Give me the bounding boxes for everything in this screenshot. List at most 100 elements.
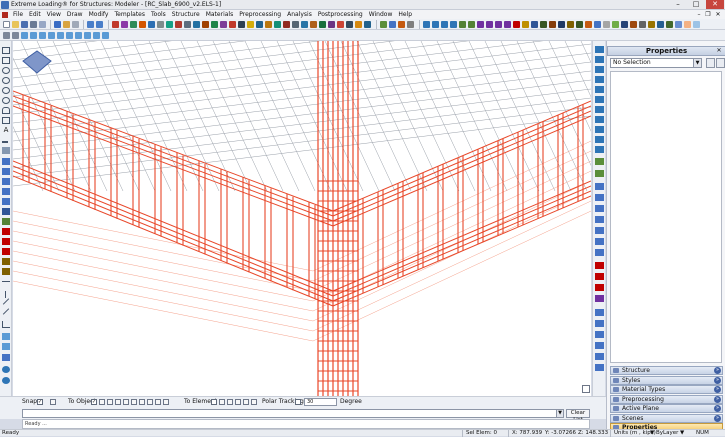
pan-view-icon[interactable]	[595, 46, 604, 53]
mdi-minimize-button[interactable]: –	[695, 10, 703, 19]
tool-ab-icon[interactable]	[355, 21, 362, 28]
tool-t-icon[interactable]	[283, 21, 290, 28]
section-material-types[interactable]: Material Types »	[610, 385, 723, 394]
walk-icon[interactable]	[595, 170, 604, 177]
hatch-icon[interactable]	[2, 147, 10, 154]
menu-modify[interactable]: Modify	[86, 10, 112, 19]
snap-tangent-icon[interactable]	[163, 399, 169, 405]
export-icon[interactable]	[630, 21, 637, 28]
degree-input[interactable]: 30	[304, 398, 337, 406]
menu-materials[interactable]: Materials	[203, 10, 237, 19]
light-on-icon[interactable]	[595, 309, 604, 316]
solid-sphere-icon[interactable]	[2, 198, 10, 205]
tool-z-icon[interactable]	[337, 21, 344, 28]
tool-y-icon[interactable]	[328, 21, 335, 28]
texture-icon[interactable]	[595, 353, 604, 360]
properties-close-button[interactable]: ✕	[715, 46, 723, 56]
wall-icon[interactable]	[2, 268, 10, 275]
model-viewport[interactable]	[13, 41, 591, 396]
section-icon[interactable]	[594, 21, 601, 28]
element-center-icon[interactable]	[243, 399, 249, 405]
toggle-pickadd-icon[interactable]	[716, 58, 725, 68]
view-top-icon[interactable]	[495, 21, 502, 28]
paste-icon[interactable]	[63, 21, 70, 28]
tool-i-icon[interactable]	[184, 21, 191, 28]
view-front-icon[interactable]	[477, 21, 484, 28]
snap-extension-icon[interactable]	[147, 399, 153, 405]
new-file-icon[interactable]	[3, 21, 10, 28]
menu-edit[interactable]: Edit	[26, 10, 44, 19]
shade-red-icon[interactable]	[595, 262, 604, 269]
shade-hidden-icon[interactable]	[595, 295, 604, 302]
trim-icon[interactable]	[48, 32, 55, 39]
cut-icon[interactable]	[72, 21, 79, 28]
grid-icon[interactable]	[540, 21, 547, 28]
rotate-icon[interactable]	[468, 21, 475, 28]
zoom-center-icon[interactable]	[595, 106, 604, 113]
run-icon[interactable]	[380, 21, 387, 28]
tool-l-icon[interactable]	[211, 21, 218, 28]
tool-e-icon[interactable]	[148, 21, 155, 28]
tool-j-icon[interactable]	[193, 21, 200, 28]
tool-w-icon[interactable]	[310, 21, 317, 28]
tool-b-icon[interactable]	[121, 21, 128, 28]
tool-g-icon[interactable]	[166, 21, 173, 28]
color-icon[interactable]	[585, 21, 592, 28]
refresh-icon[interactable]	[595, 158, 604, 165]
tool-r-icon[interactable]	[265, 21, 272, 28]
section-active-plane[interactable]: Active Plane »	[610, 404, 723, 413]
mesh-icon[interactable]	[2, 248, 10, 255]
menu-help[interactable]: Help	[395, 10, 415, 19]
polygon-icon[interactable]	[2, 117, 10, 124]
extend-icon[interactable]	[57, 32, 64, 39]
element-face-icon[interactable]	[235, 399, 241, 405]
menu-draw[interactable]: Draw	[64, 10, 86, 19]
zoom-out-icon[interactable]	[441, 21, 448, 28]
zoom-prev-icon[interactable]	[595, 86, 604, 93]
close-button[interactable]: ✕	[706, 0, 724, 9]
rectangle-icon[interactable]	[2, 47, 10, 54]
play-icon[interactable]	[389, 21, 396, 28]
tool-a-icon[interactable]	[112, 21, 119, 28]
menu-window[interactable]: Window	[366, 10, 396, 19]
magnifier-icon[interactable]	[595, 146, 604, 153]
report-icon[interactable]	[648, 21, 655, 28]
tool-k-icon[interactable]	[202, 21, 209, 28]
layers-icon[interactable]	[558, 21, 565, 28]
menu-preprocessing[interactable]: Preprocessing	[236, 10, 284, 19]
filter-icon[interactable]	[576, 21, 583, 28]
snap-settings-icon[interactable]	[50, 399, 56, 405]
arch-icon[interactable]	[2, 107, 10, 114]
zoom-window-icon[interactable]	[595, 66, 604, 73]
slab-icon[interactable]	[2, 258, 10, 265]
tool-ac-icon[interactable]	[364, 21, 371, 28]
mdi-close-button[interactable]: ✕	[714, 10, 722, 19]
print-preview-icon[interactable]	[39, 21, 46, 28]
material-icon[interactable]	[2, 343, 10, 350]
rebar-model-canvas[interactable]	[13, 41, 591, 396]
section-scenes[interactable]: Scenes »	[610, 413, 723, 423]
tool-h-icon[interactable]	[175, 21, 182, 28]
tool-aa-icon[interactable]	[346, 21, 353, 28]
material-view-icon[interactable]	[595, 342, 604, 349]
render-icon[interactable]	[513, 21, 520, 28]
quick-select-icon[interactable]	[706, 58, 715, 68]
cube-right-icon[interactable]	[595, 216, 604, 223]
world-icon[interactable]	[2, 377, 10, 384]
snap-perpendicular-icon[interactable]	[155, 399, 161, 405]
tool-u-icon[interactable]	[292, 21, 299, 28]
cube-left-icon[interactable]	[595, 205, 604, 212]
section-preprocessing[interactable]: Preprocessing »	[610, 394, 723, 404]
grid-toggle-icon[interactable]	[2, 354, 10, 361]
table-icon[interactable]	[666, 21, 673, 28]
menu-postprocessing[interactable]: Postprocessing	[315, 10, 366, 19]
line-icon[interactable]	[2, 141, 8, 143]
element-corner-icon[interactable]	[251, 399, 257, 405]
tool-v-icon[interactable]	[301, 21, 308, 28]
command-input[interactable]: ▼	[22, 409, 564, 418]
circle-icon[interactable]	[2, 67, 10, 74]
array-icon[interactable]	[21, 32, 28, 39]
zoom-extents-icon[interactable]	[450, 21, 457, 28]
align-icon[interactable]	[3, 32, 10, 39]
zoom-real-icon[interactable]	[595, 96, 604, 103]
